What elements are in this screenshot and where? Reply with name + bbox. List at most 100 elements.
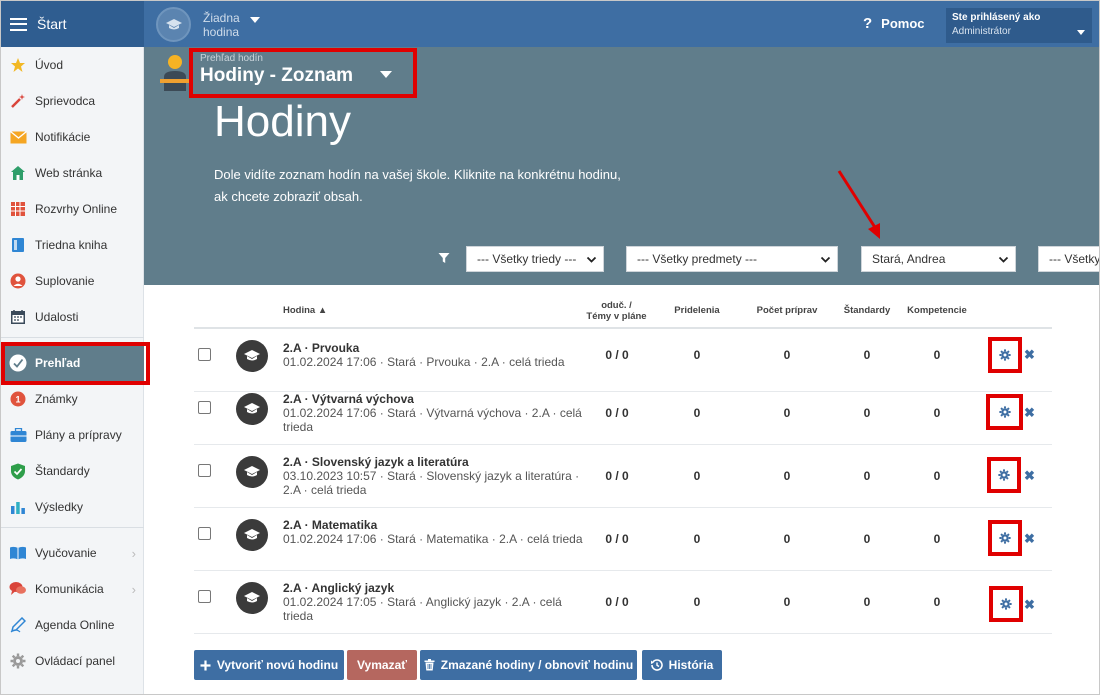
sidebar-item-sprievodca[interactable]: Sprievodca — [1, 83, 144, 119]
graduation-cap-icon — [236, 519, 268, 551]
annotation-highlight-prehlad — [1, 342, 150, 385]
lesson-title[interactable]: 2.A · Prvouka — [283, 341, 359, 355]
magic-wand-icon — [9, 92, 27, 110]
cell-standardy: 0 — [863, 406, 871, 420]
column-header-oduc-line2: Témy v pláne — [586, 311, 647, 322]
row-checkbox[interactable] — [198, 464, 211, 477]
delete-icon[interactable]: ✖ — [1024, 468, 1035, 484]
person-icon — [9, 272, 27, 290]
sidebar-item-znamky[interactable]: 1 Známky — [1, 381, 144, 417]
calendar-grid-icon — [9, 200, 27, 218]
help-button[interactable]: ? Pomoc — [863, 15, 925, 32]
cell-oduc: 0 / 0 — [605, 469, 629, 483]
sidebar-item-label: Sprievodca — [35, 94, 96, 108]
subject-filter-value: --- Všetky predmety --- — [637, 252, 758, 266]
user-menu[interactable]: Ste prihlásený ako Administrátor — [946, 8, 1092, 43]
sidebar-item-ovladaci-panel[interactable]: Ovládací panel — [1, 643, 144, 679]
sidebar-item-rozvrhy-online[interactable]: Rozvrhy Online — [1, 191, 144, 227]
delete-icon[interactable]: ✖ — [1024, 597, 1035, 613]
table-row[interactable]: 2.A · Matematika 01.02.2024 17:06 · Star… — [194, 508, 1052, 571]
sidebar-item-komunikacia[interactable]: Komunikácia › — [1, 571, 144, 607]
cell-pocet: 0 — [783, 406, 791, 420]
sidebar-item-standardy[interactable]: Štandardy — [1, 453, 144, 489]
sidebar-item-label: Výsledky — [35, 500, 84, 514]
delete-icon[interactable]: ✖ — [1024, 347, 1035, 363]
sidebar-item-label: Známky — [35, 392, 78, 406]
sidebar-item-label: Notifikácie — [35, 130, 91, 144]
graduation-cap-icon — [236, 340, 268, 372]
cell-standardy: 0 — [863, 595, 871, 609]
column-header-oduc-line1: oduč. / — [601, 300, 632, 311]
lesson-details: 03.10.2023 10:57 · Stará · Slovenský jaz… — [283, 469, 580, 497]
cell-standardy: 0 — [863, 532, 871, 546]
deleted-lessons-button[interactable]: Zmazané hodiny / obnoviť hodinu — [420, 650, 637, 680]
hamburger-icon — [10, 17, 27, 31]
subject-filter-select[interactable]: --- Všetky predmety --- — [626, 246, 838, 272]
create-lesson-label: Vytvoriť novú hodinu — [216, 658, 339, 672]
gear-icon — [9, 652, 27, 670]
history-label: História — [668, 658, 714, 672]
row-checkbox[interactable] — [198, 590, 211, 603]
extra-filter-value: --- Všetky — [1049, 252, 1100, 266]
sidebar-item-agenda-online[interactable]: Agenda Online — [1, 607, 144, 643]
class-filter-select[interactable]: --- Všetky triedy --- — [466, 246, 604, 272]
cell-pridelenia: 0 — [693, 595, 701, 609]
settings-button[interactable] — [988, 520, 1022, 556]
sidebar-item-notifikacie[interactable]: Notifikácie — [1, 119, 144, 155]
sidebar-item-label: Vyučovanie — [35, 546, 97, 560]
table-row[interactable]: 2.A · Slovenský jazyk a literatúra 03.10… — [194, 445, 1052, 508]
sidebar-item-label: Ovládací panel — [35, 654, 116, 668]
bar-chart-icon — [9, 498, 27, 516]
settings-button[interactable] — [989, 586, 1023, 622]
settings-button[interactable] — [988, 337, 1022, 373]
lesson-title[interactable]: 2.A · Anglický jazyk — [283, 581, 394, 595]
extra-filter-select[interactable]: --- Všetky — [1038, 246, 1100, 272]
column-header-hodina[interactable]: Hodina ▲ — [283, 305, 327, 316]
chevron-right-icon: › — [131, 545, 136, 561]
cell-pridelenia: 0 — [693, 406, 701, 420]
user-status-label: Ste prihlásený ako — [952, 12, 1041, 23]
envelope-icon — [9, 128, 27, 146]
sidebar-item-vysledky[interactable]: Výsledky — [1, 489, 144, 525]
delete-icon[interactable]: ✖ — [1024, 405, 1035, 421]
lesson-title[interactable]: 2.A · Matematika — [283, 518, 377, 532]
create-lesson-button[interactable]: Vytvoriť novú hodinu — [194, 650, 344, 680]
cell-standardy: 0 — [863, 469, 871, 483]
cell-kompetencie: 0 — [933, 348, 941, 362]
row-checkbox[interactable] — [198, 527, 211, 540]
history-button[interactable]: História — [642, 650, 722, 680]
table-row[interactable]: 2.A · Výtvarná výchova 01.02.2024 17:06 … — [194, 382, 1052, 445]
sidebar-item-suplovanie[interactable]: Suplovanie — [1, 263, 144, 299]
teacher-filter-select[interactable]: Stará, Andrea — [861, 246, 1016, 272]
sidebar-item-udalosti[interactable]: Udalosti — [1, 299, 144, 335]
sidebar-item-vyucovanie[interactable]: Vyučovanie › — [1, 535, 144, 571]
column-header-pridelenia: Pridelenia — [674, 305, 720, 316]
lesson-title[interactable]: 2.A · Slovenský jazyk a literatúra — [283, 455, 469, 469]
teacher-avatar-icon — [160, 55, 190, 91]
row-checkbox[interactable] — [198, 401, 211, 414]
sidebar-item-plany[interactable]: Plány a prípravy — [1, 417, 144, 453]
gear-icon — [1000, 598, 1012, 610]
cell-pridelenia: 0 — [693, 532, 701, 546]
sidebar-item-triedna-kniha[interactable]: Triedna kniha — [1, 227, 144, 263]
home-icon — [9, 164, 27, 182]
sidebar-item-web-stranka[interactable]: Web stránka — [1, 155, 144, 191]
shield-check-icon — [9, 462, 27, 480]
delete-icon[interactable]: ✖ — [1024, 531, 1035, 547]
lesson-selector[interactable]: Žiadna hodina — [156, 7, 260, 42]
book-icon — [9, 236, 27, 254]
pen-icon — [9, 616, 27, 634]
deleted-lessons-label: Zmazané hodiny / obnoviť hodinu — [440, 658, 634, 672]
settings-button[interactable] — [986, 394, 1023, 430]
settings-button[interactable] — [987, 457, 1021, 493]
page-title: Hodiny — [214, 97, 351, 146]
sidebar-item-label: Úvod — [35, 58, 64, 72]
lesson-title[interactable]: 2.A · Výtvarná výchova — [283, 392, 414, 406]
table-row[interactable]: 2.A · Anglický jazyk 01.02.2024 17:05 · … — [194, 571, 1052, 634]
start-menu-button[interactable]: Štart — [1, 1, 144, 47]
sidebar-item-label: Udalosti — [35, 310, 79, 324]
sidebar-item-uvod[interactable]: Úvod — [1, 47, 144, 83]
column-header-standardy: Štandardy — [843, 305, 891, 316]
row-checkbox[interactable] — [198, 348, 211, 361]
delete-button[interactable]: Vymazať — [347, 650, 417, 680]
